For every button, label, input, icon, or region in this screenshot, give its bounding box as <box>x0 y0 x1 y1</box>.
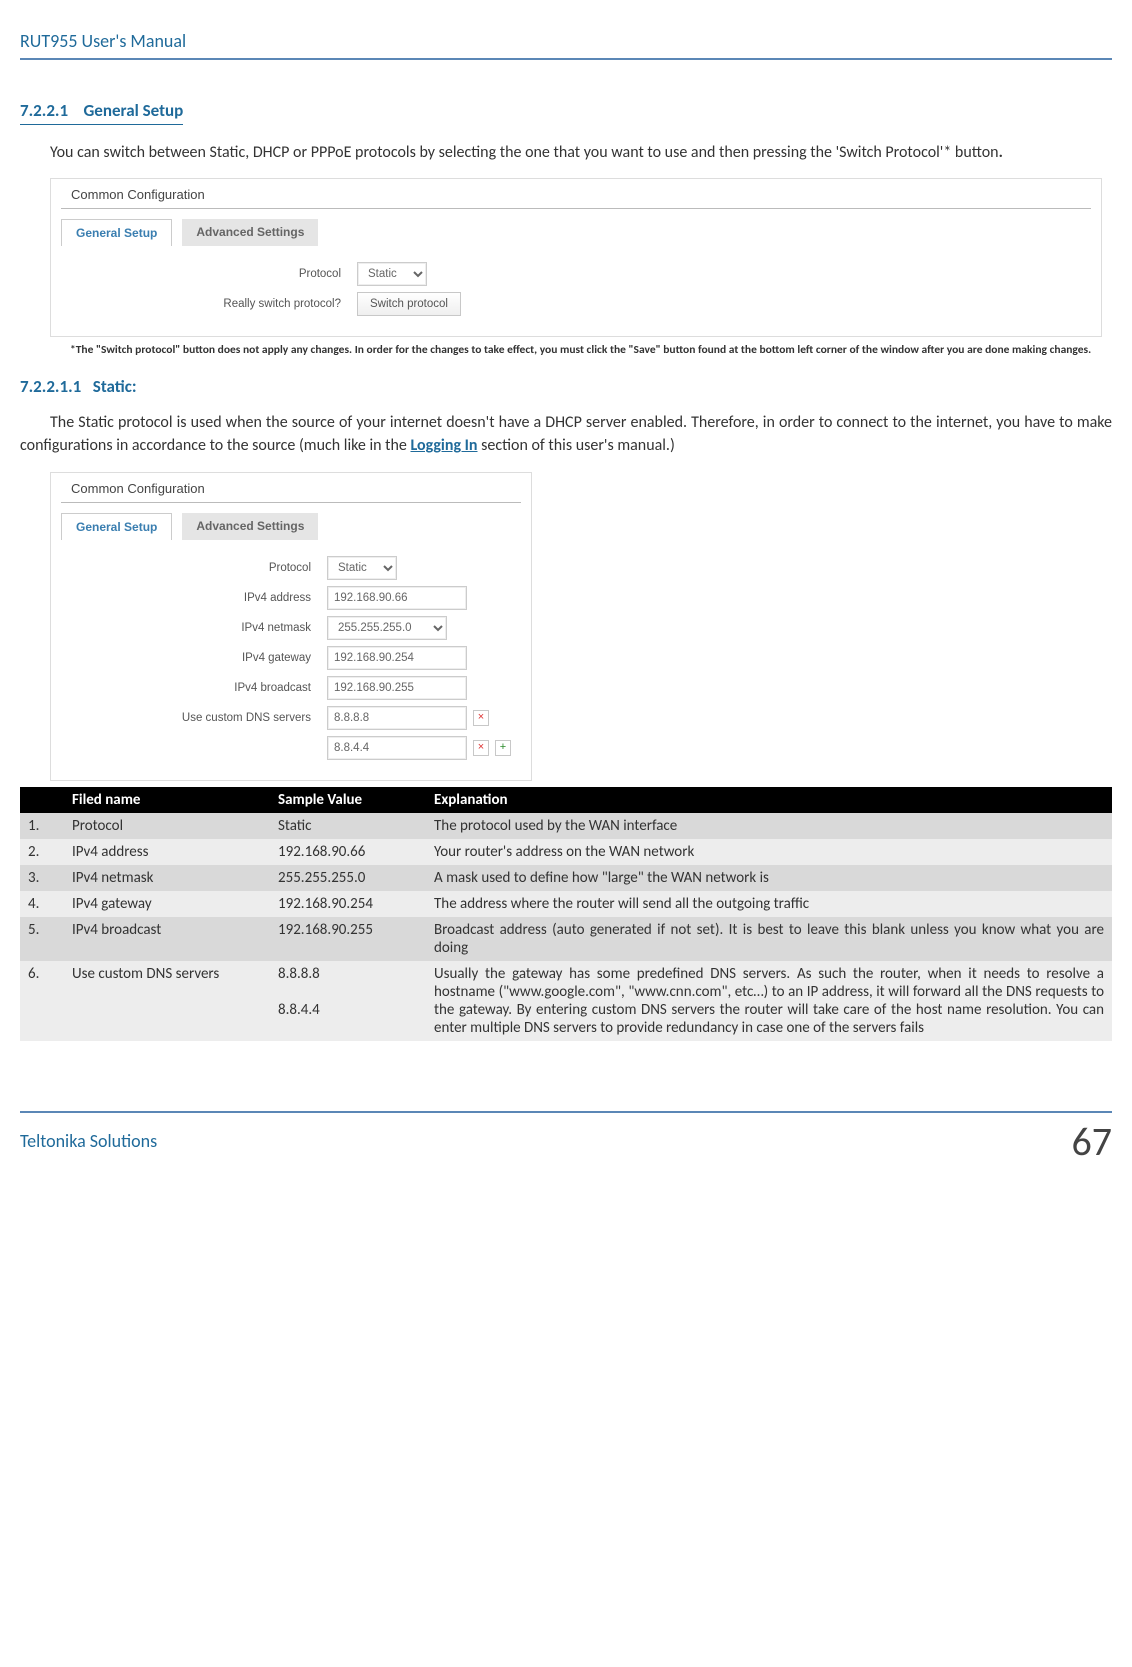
cell-name: IPv4 gateway <box>64 891 270 917</box>
label-ipv4-broadcast: IPv4 broadcast <box>61 682 327 694</box>
cell-num: 2. <box>20 839 64 865</box>
remove-icon[interactable]: × <box>473 710 489 726</box>
table-row: 1. Protocol Static The protocol used by … <box>20 813 1112 839</box>
remove-icon[interactable]: × <box>473 740 489 756</box>
add-icon[interactable]: + <box>495 740 511 756</box>
cell-name: Use custom DNS servers <box>64 961 270 1041</box>
tab-advanced-settings[interactable]: Advanced Settings <box>182 513 318 540</box>
cell-exp: A mask used to define how "large" the WA… <box>426 865 1112 891</box>
label-really-switch: Really switch protocol? <box>61 298 357 310</box>
cell-sample: 192.168.90.255 <box>270 917 426 961</box>
text: You can switch between Static, DHCP or P… <box>50 143 999 162</box>
cell-name: IPv4 address <box>64 839 270 865</box>
col-blank <box>20 787 64 813</box>
table-row: 2. IPv4 address 192.168.90.66 Your route… <box>20 839 1112 865</box>
bold-period: . <box>999 143 1003 162</box>
cell-num: 6. <box>20 961 64 1041</box>
label-ipv4-address: IPv4 address <box>61 592 327 604</box>
cell-sample: 255.255.255.0 <box>270 865 426 891</box>
cell-exp: Usually the gateway has some predefined … <box>426 961 1112 1041</box>
row-ipv4-address: IPv4 address <box>61 586 521 610</box>
row-ipv4-gateway: IPv4 gateway <box>61 646 521 670</box>
heading-static: 7.2.2.1.1 Static: <box>20 376 1112 397</box>
section-general-setup: 7.2.2.1 General Setup <box>20 100 1112 127</box>
input-ipv4-address[interactable] <box>327 586 467 610</box>
input-dns1[interactable] <box>327 706 467 730</box>
row-protocol: Protocol Static <box>61 556 521 580</box>
row-dns1: Use custom DNS servers × <box>61 706 521 730</box>
tab-general-setup[interactable]: General Setup <box>61 219 172 246</box>
cell-num: 5. <box>20 917 64 961</box>
cell-num: 3. <box>20 865 64 891</box>
link-logging-in[interactable]: Logging In <box>411 436 478 455</box>
header-rule <box>20 58 1112 60</box>
panel-title: Common Configuration <box>61 473 521 503</box>
input-ipv4-broadcast[interactable] <box>327 676 467 700</box>
tab-general-setup[interactable]: General Setup <box>61 513 172 540</box>
screenshot-switch-protocol: Common Configuration General Setup Advan… <box>50 178 1102 337</box>
text-after-link: section of this user's manual.) <box>478 436 675 455</box>
paragraph-general-setup: You can switch between Static, DHCP or P… <box>20 141 1112 164</box>
table-row: 6. Use custom DNS servers 8.8.8.8 8.8.4.… <box>20 961 1112 1041</box>
paragraph-static: The Static protocol is used when the sou… <box>20 411 1112 457</box>
row-ipv4-broadcast: IPv4 broadcast <box>61 676 521 700</box>
heading-number: 7.2.2.1.1 <box>20 376 81 397</box>
row-protocol: Protocol Static <box>61 262 1091 286</box>
cell-exp: The address where the router will send a… <box>426 891 1112 917</box>
row-dns2: × + <box>61 736 521 760</box>
tab-advanced-settings[interactable]: Advanced Settings <box>182 219 318 246</box>
label-ipv4-gateway: IPv4 gateway <box>61 652 327 664</box>
row-ipv4-netmask: IPv4 netmask 255.255.255.0 <box>61 616 521 640</box>
footer-company: Teltonika Solutions <box>20 1130 157 1152</box>
cell-num: 1. <box>20 813 64 839</box>
input-ipv4-gateway[interactable] <box>327 646 467 670</box>
doc-header: RUT955 User's Manual <box>20 30 1112 52</box>
cell-sample: Static <box>270 813 426 839</box>
col-sample-value: Sample Value <box>270 787 426 813</box>
heading-general-setup: 7.2.2.1 General Setup <box>20 100 183 125</box>
select-protocol[interactable]: Static <box>357 262 427 286</box>
switch-protocol-button[interactable]: Switch protocol <box>357 292 461 316</box>
heading-number: 7.2.2.1 <box>20 100 68 121</box>
heading-title: Static: <box>93 376 137 397</box>
cell-name: IPv4 netmask <box>64 865 270 891</box>
cell-exp: The protocol used by the WAN interface <box>426 813 1112 839</box>
col-field-name: Filed name <box>64 787 270 813</box>
form: Protocol Static IPv4 address IPv4 netmas… <box>51 540 531 780</box>
table-header-row: Filed name Sample Value Explanation <box>20 787 1112 813</box>
cell-exp: Your router's address on the WAN network <box>426 839 1112 865</box>
cell-name: Protocol <box>64 813 270 839</box>
heading-title: General Setup <box>83 100 183 121</box>
cell-sample: 192.168.90.66 <box>270 839 426 865</box>
select-ipv4-netmask[interactable]: 255.255.255.0 <box>327 616 447 640</box>
cell-exp: Broadcast address (auto generated if not… <box>426 917 1112 961</box>
cell-name: IPv4 broadcast <box>64 917 270 961</box>
footnote-text: *The "Switch protocol" button does not a… <box>70 343 1091 357</box>
tab-bar: General Setup Advanced Settings <box>51 209 1101 246</box>
parameters-table: Filed name Sample Value Explanation 1. P… <box>20 787 1112 1041</box>
table-body: 1. Protocol Static The protocol used by … <box>20 813 1112 1041</box>
table-row: 3. IPv4 netmask 255.255.255.0 A mask use… <box>20 865 1112 891</box>
footnote-switch-protocol: *The "Switch protocol" button does not a… <box>20 343 1112 358</box>
page-footer: Teltonika Solutions 67 <box>20 1111 1112 1166</box>
table-row: 4. IPv4 gateway 192.168.90.254 The addre… <box>20 891 1112 917</box>
cell-sample: 8.8.8.8 8.8.4.4 <box>270 961 426 1041</box>
panel-title: Common Configuration <box>61 179 1091 209</box>
row-switch: Really switch protocol? Switch protocol <box>61 292 1091 316</box>
cell-num: 4. <box>20 891 64 917</box>
table-row: 5. IPv4 broadcast 192.168.90.255 Broadca… <box>20 917 1112 961</box>
screenshot-static-config: Common Configuration General Setup Advan… <box>50 472 532 781</box>
label-protocol: Protocol <box>61 562 327 574</box>
col-explanation: Explanation <box>426 787 1112 813</box>
input-dns2[interactable] <box>327 736 467 760</box>
select-protocol[interactable]: Static <box>327 556 397 580</box>
tab-bar: General Setup Advanced Settings <box>51 503 531 540</box>
page-number: 67 <box>1071 1117 1112 1166</box>
label-protocol: Protocol <box>61 268 357 280</box>
label-dns: Use custom DNS servers <box>61 712 327 724</box>
label-ipv4-netmask: IPv4 netmask <box>61 622 327 634</box>
cell-sample: 192.168.90.254 <box>270 891 426 917</box>
form: Protocol Static Really switch protocol? … <box>51 246 1101 336</box>
